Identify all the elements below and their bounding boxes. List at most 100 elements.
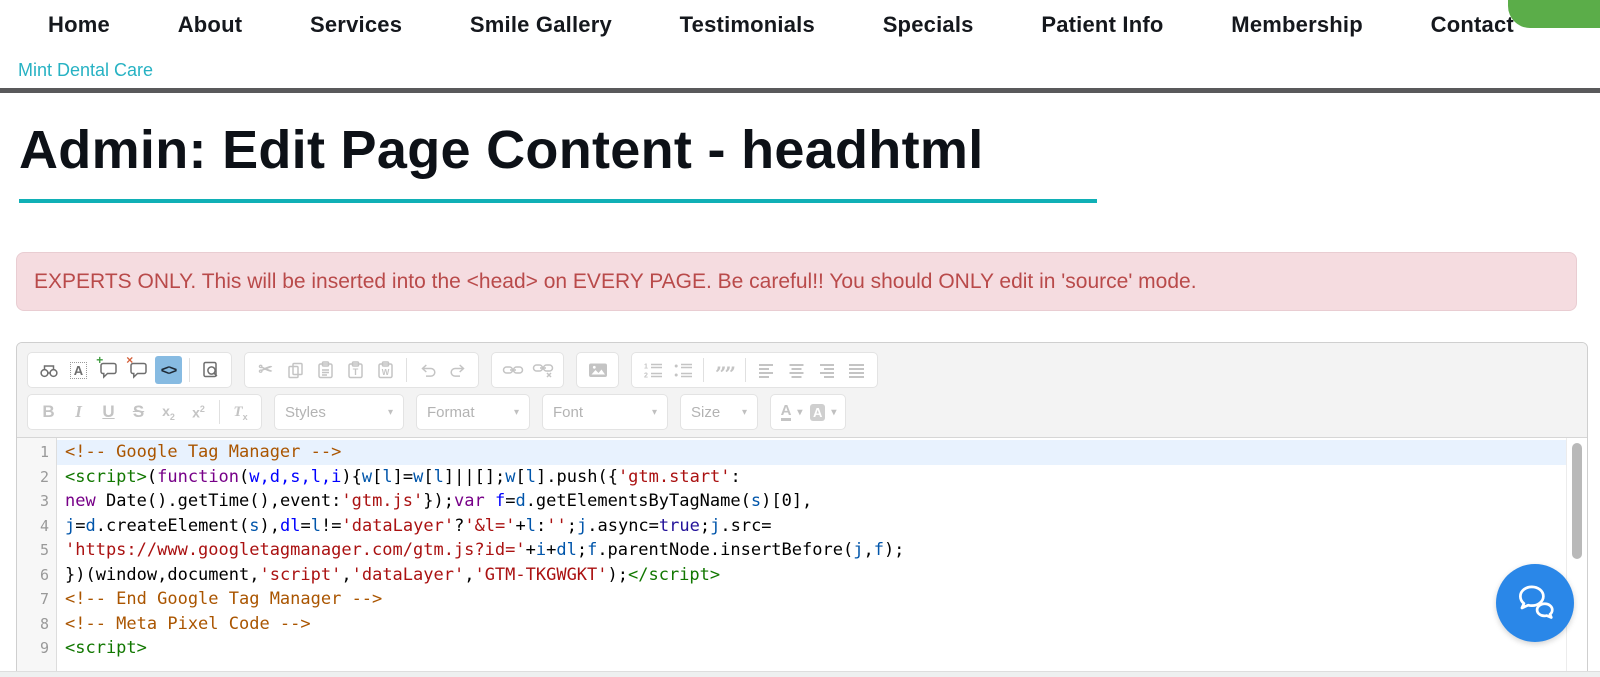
dropdown-label: Styles bbox=[285, 403, 326, 421]
toolbar-separator bbox=[703, 358, 704, 382]
font-dropdown[interactable]: Font ▾ bbox=[542, 394, 668, 430]
italic-button[interactable]: I bbox=[65, 398, 92, 426]
nav-item-patient-info[interactable]: Patient Info bbox=[1041, 12, 1163, 38]
preview-icon bbox=[201, 361, 220, 379]
code-line[interactable]: <!-- End Google Tag Manager --> bbox=[57, 587, 1566, 612]
nav-item-home[interactable]: Home bbox=[48, 12, 110, 38]
preview-button[interactable] bbox=[197, 356, 224, 384]
unlink-button[interactable] bbox=[529, 356, 556, 384]
paste-plain-text-button[interactable]: T bbox=[342, 356, 369, 384]
cut-button[interactable]: ✂ bbox=[252, 356, 279, 384]
align-center-button[interactable] bbox=[783, 356, 810, 384]
remove-format-icon: Tx bbox=[233, 403, 248, 422]
warning-banner: EXPERTS ONLY. This will be inserted into… bbox=[16, 252, 1577, 311]
site-header: Home About Services Smile Gallery Testimonia… bbox=[0, 0, 1600, 88]
subscript-button[interactable]: x2 bbox=[155, 398, 182, 426]
nav-item-smile-gallery[interactable]: Smile Gallery bbox=[470, 12, 612, 38]
format-dropdown[interactable]: Format ▾ bbox=[416, 394, 530, 430]
code-line[interactable]: <script>(function(w,d,s,l,i){w[l]=w[l]||… bbox=[57, 465, 1566, 490]
paste-plain-text-icon: T bbox=[346, 361, 365, 379]
title-underline bbox=[19, 199, 1097, 203]
paste-button[interactable] bbox=[312, 356, 339, 384]
size-dropdown[interactable]: Size ▾ bbox=[680, 394, 758, 430]
bold-icon: B bbox=[42, 402, 55, 421]
replace-button[interactable]: A bbox=[65, 356, 92, 384]
source-code-editor[interactable]: <!-- Google Tag Manager --> <script>(func… bbox=[57, 438, 1566, 676]
align-right-button[interactable] bbox=[813, 356, 840, 384]
bulleted-list-button[interactable] bbox=[669, 356, 696, 384]
code-line[interactable]: <!-- Meta Pixel Code --> bbox=[57, 612, 1566, 637]
nav-item-specials[interactable]: Specials bbox=[883, 12, 974, 38]
line-number: 1 bbox=[39, 443, 49, 461]
code-line[interactable]: <!-- Google Tag Manager --> bbox=[57, 440, 1566, 465]
appointment-button[interactable] bbox=[1508, 0, 1600, 28]
blockquote-icon: ”” bbox=[714, 362, 736, 386]
undo-button[interactable] bbox=[414, 356, 441, 384]
source-button[interactable]: <> bbox=[155, 356, 182, 384]
svg-text:2: 2 bbox=[644, 373, 648, 380]
code-line[interactable]: 'https://www.googletagmanager.com/gtm.js… bbox=[57, 538, 1566, 563]
redo-button[interactable] bbox=[444, 356, 471, 384]
accept-suggestion-button[interactable]: + bbox=[95, 354, 122, 384]
paste-icon bbox=[316, 361, 335, 379]
strikethrough-icon: S bbox=[132, 402, 145, 421]
align-left-icon bbox=[757, 362, 776, 379]
chat-widget-button[interactable] bbox=[1496, 564, 1574, 642]
link-button[interactable] bbox=[499, 356, 526, 384]
editor-scrollbar[interactable] bbox=[1566, 438, 1587, 676]
toolbar-row-1: A + × <> ✂ T W 1 2 ”” bbox=[27, 352, 1577, 388]
image-button[interactable] bbox=[584, 356, 611, 384]
nav-item-testimonials[interactable]: Testimonials bbox=[680, 12, 815, 38]
copy-button[interactable] bbox=[282, 356, 309, 384]
strikethrough-button[interactable]: S bbox=[125, 398, 152, 426]
toolbar-row-2: B I U Sx2 x2 Tx Styles ▾ Format ▾ Font ▾ Size ▾ A ▾ A ▾ bbox=[27, 394, 1577, 430]
blockquote-button[interactable]: ”” bbox=[711, 356, 738, 384]
bulleted-list-icon bbox=[673, 361, 693, 379]
chat-bubbles-icon bbox=[1512, 579, 1558, 628]
toolbar-group-links bbox=[491, 352, 564, 388]
line-number: 9 bbox=[39, 639, 49, 657]
remove-format-button[interactable]: Tx bbox=[227, 398, 254, 426]
background-color-icon: A ▾ bbox=[810, 403, 836, 421]
line-number: 2 bbox=[39, 467, 49, 486]
copy-icon bbox=[286, 362, 305, 379]
align-left-button[interactable] bbox=[753, 356, 780, 384]
nav-item-membership[interactable]: Membership bbox=[1231, 12, 1363, 38]
code-line[interactable]: new Date().getTime(),event:'gtm.js'});va… bbox=[57, 489, 1566, 514]
chevron-down-icon: ▾ bbox=[513, 406, 519, 418]
underline-button[interactable]: U bbox=[95, 398, 122, 426]
align-right-icon bbox=[817, 362, 836, 379]
chevron-down-icon: ▾ bbox=[387, 406, 393, 418]
code-line[interactable]: })(window,document,'script','dataLayer',… bbox=[57, 563, 1566, 588]
redo-icon bbox=[448, 362, 468, 379]
page: Home About Services Smile Gallery Testimonia… bbox=[0, 0, 1600, 677]
italic-icon: I bbox=[75, 402, 82, 421]
line-number: 6 bbox=[39, 565, 49, 584]
superscript-button[interactable]: x2 bbox=[185, 398, 212, 426]
scrollbar-thumb[interactable] bbox=[1572, 443, 1582, 559]
undo-icon bbox=[418, 362, 438, 379]
reject-suggestion-button[interactable]: × bbox=[125, 354, 152, 384]
paste-from-word-button[interactable]: W bbox=[372, 356, 399, 384]
justify-button[interactable] bbox=[843, 356, 870, 384]
background-color-button[interactable]: A ▾ bbox=[808, 398, 838, 426]
replace-icon: A bbox=[69, 361, 88, 379]
find-button[interactable] bbox=[35, 356, 62, 384]
nav-item-contact[interactable]: Contact bbox=[1431, 12, 1514, 38]
html-source-editor: A + × <> ✂ T W 1 2”” B I U Sx2 x2 Tx Styles ▾ Format ▾ Fon… bbox=[16, 342, 1588, 677]
nav-item-services[interactable]: Services bbox=[310, 12, 402, 38]
numbered-list-button[interactable]: 12 bbox=[639, 356, 666, 384]
numbered-list-icon: 12 bbox=[643, 361, 663, 379]
admin-content: Admin: Edit Page Content - headhtml EXPE… bbox=[0, 119, 1600, 677]
code-line[interactable]: <script> bbox=[57, 636, 1566, 661]
line-number: 8 bbox=[39, 614, 49, 633]
warning-text: EXPERTS ONLY. This will be inserted into… bbox=[34, 269, 1197, 293]
toolbar-group-colors: A ▾ A ▾ bbox=[770, 394, 847, 430]
styles-dropdown[interactable]: Styles ▾ bbox=[274, 394, 404, 430]
text-color-button[interactable]: A ▾ bbox=[778, 398, 805, 426]
brand-link[interactable]: Mint Dental Care bbox=[18, 60, 153, 81]
bold-button[interactable]: B bbox=[35, 398, 62, 426]
code-line[interactable]: j=d.createElement(s),dl=l!='dataLayer'?'… bbox=[57, 514, 1566, 539]
nav-item-about[interactable]: About bbox=[178, 12, 243, 38]
toolbar-group-insert bbox=[576, 352, 619, 388]
